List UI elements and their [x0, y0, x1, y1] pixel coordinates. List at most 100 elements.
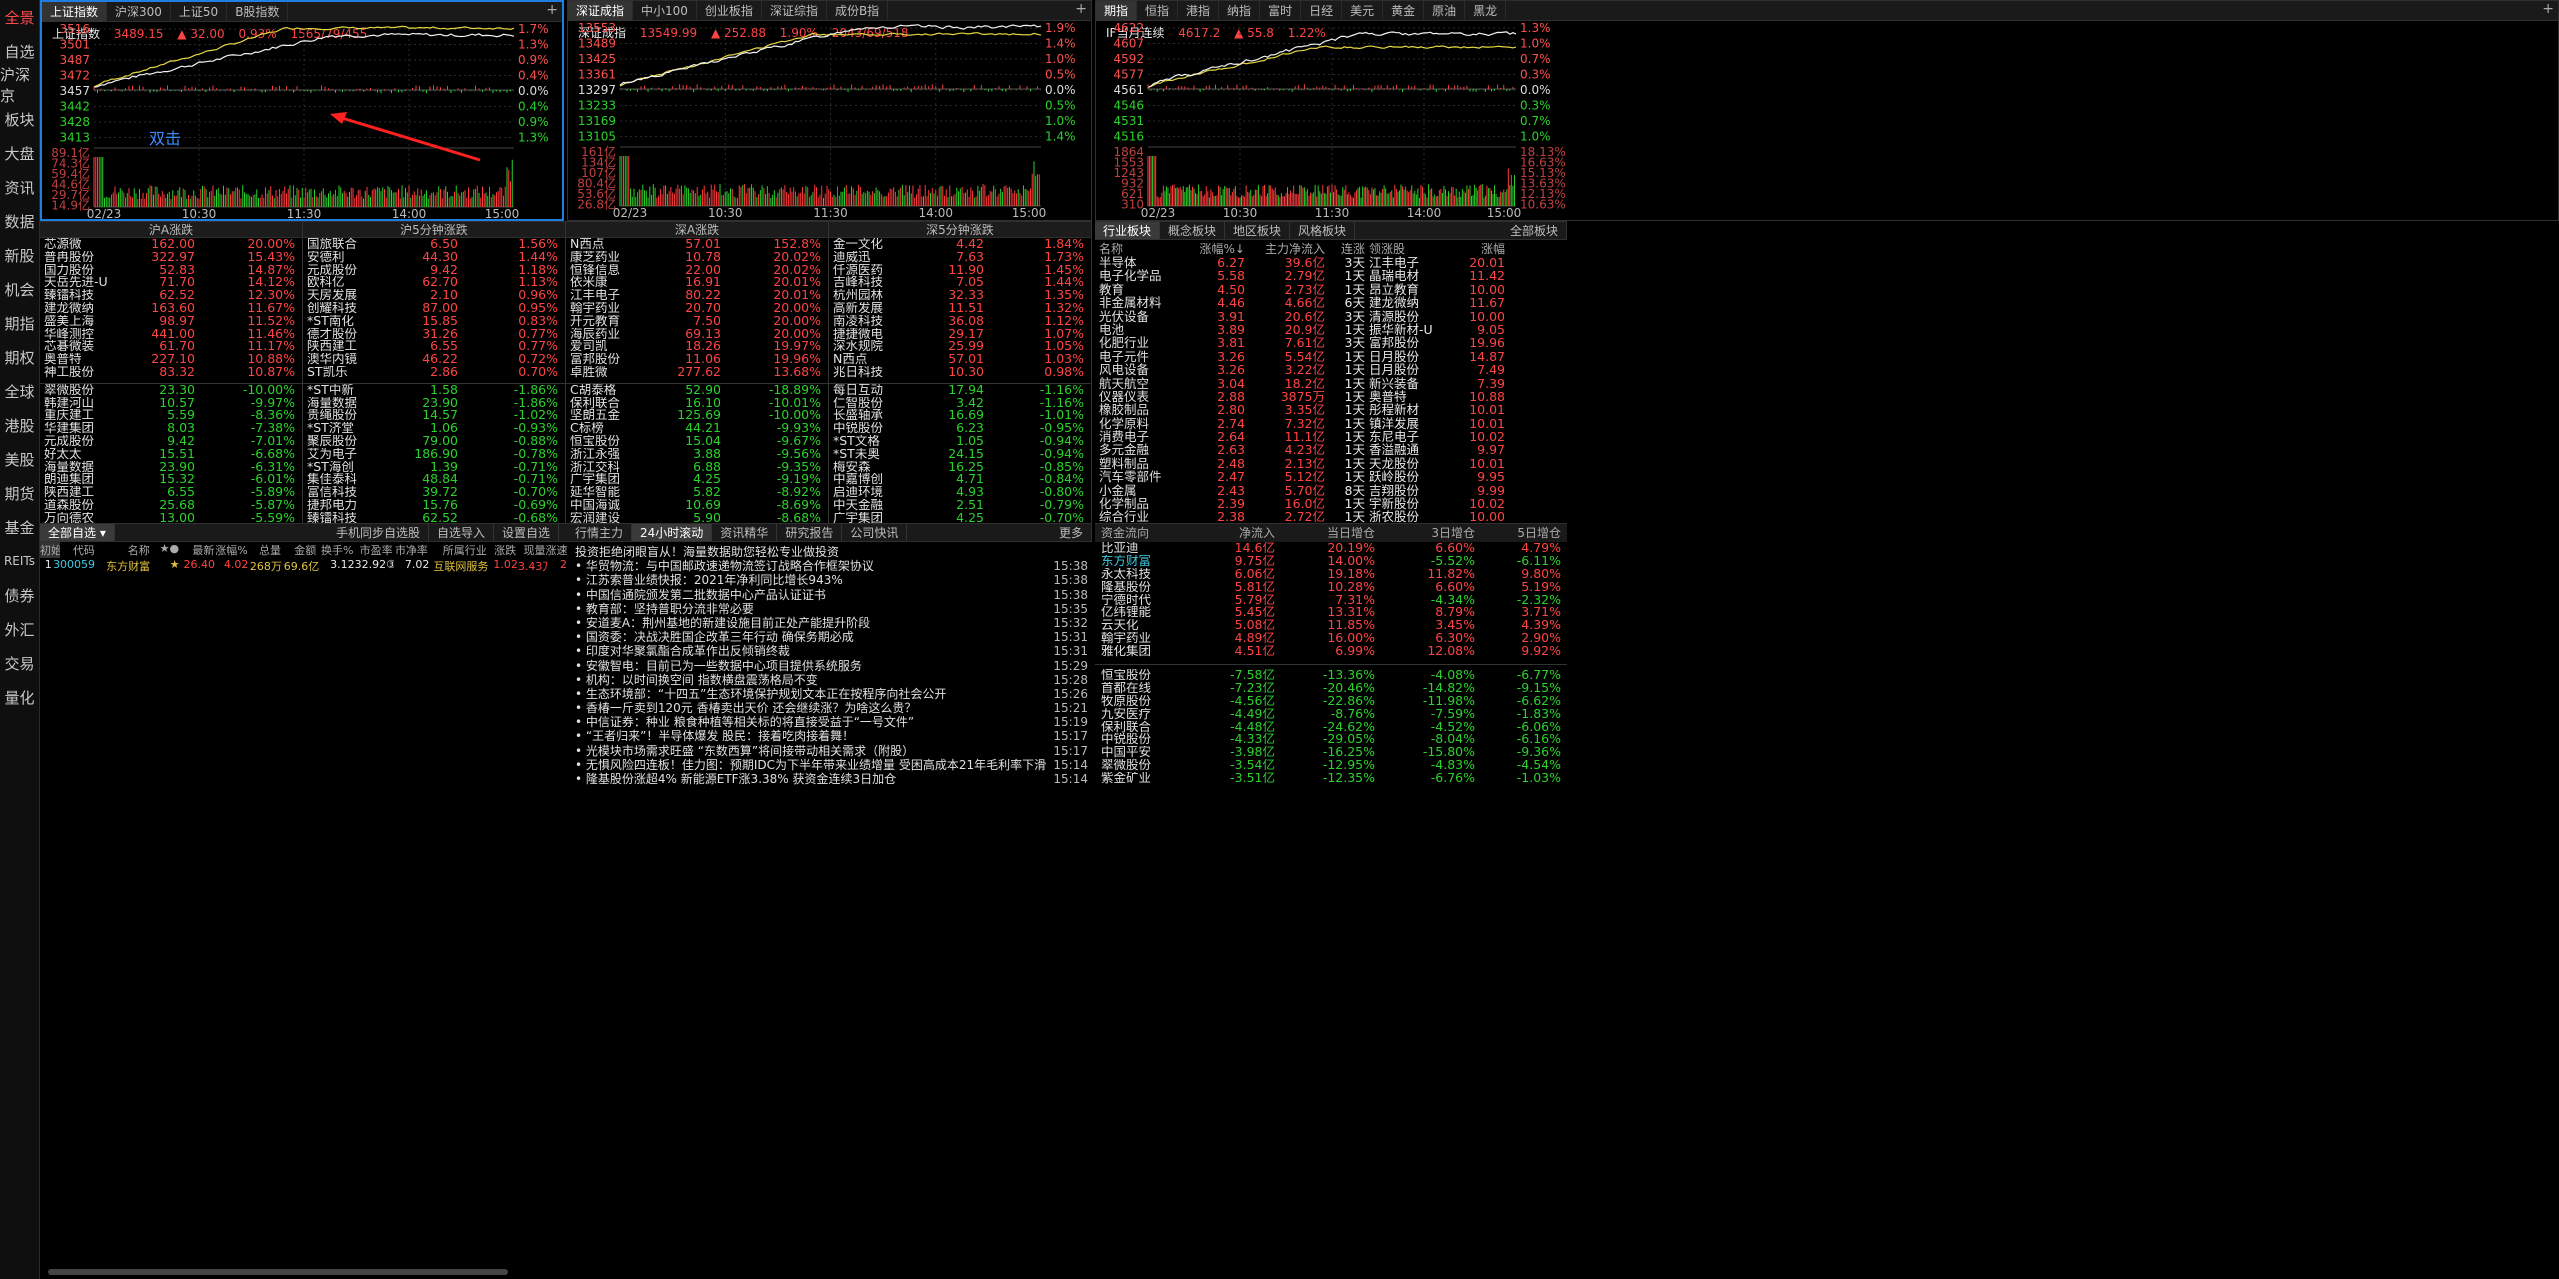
ranking-row[interactable]: 爱司凯 18.26 19.97% [566, 340, 828, 353]
watchlist-scrollbar[interactable] [48, 1269, 508, 1275]
ranking-row[interactable]: 中天金融 2.51 -0.79% [829, 499, 1091, 512]
ranking-row[interactable]: 捷邦电力 15.76 -0.69% [303, 499, 565, 512]
industry-row[interactable]: 教育 4.50 2.73亿 1天 昂立教育 10.00 [1095, 283, 1567, 296]
intraday-chart-sh[interactable]: 3516 35013487 34723457 34423428 3413 1.7% 1.3%… [42, 2, 564, 221]
all-boards-link[interactable]: 全部板块 [1502, 222, 1567, 239]
ranking-row[interactable]: 高新发展 11.51 1.32% [829, 302, 1091, 315]
ranking-row[interactable]: 韩建河山 10.57 -9.97% [40, 397, 302, 410]
ranking-row[interactable]: 富信科技 39.72 -0.70% [303, 486, 565, 499]
news-more-link[interactable]: 更多 [1051, 524, 1092, 541]
industry-row[interactable]: 风电设备 3.26 3.22亿 1天 日月股份 7.49 [1095, 363, 1567, 376]
ranking-row[interactable]: 朗迪集团 15.32 -6.01% [40, 473, 302, 486]
intraday-chart-sz[interactable]: 13553 1348913425 1336113297 1323313169 13105… [568, 1, 1092, 221]
ranking-row[interactable]: 梅安森 16.25 -0.85% [829, 461, 1091, 474]
news-item[interactable]: • 教育部：坚持普职分流非常必要 15:35 [567, 602, 1092, 616]
ranking-row[interactable]: 元成股份 9.42 -7.01% [40, 435, 302, 448]
ranking-row[interactable]: 坚朗五金 125.69 -10.00% [566, 409, 828, 422]
industry-row[interactable]: 电池 3.89 20.9亿 1天 振华新材-U 9.05 [1095, 323, 1567, 336]
industry-row[interactable]: 消费电子 2.64 11.1亿 1天 东尼电子 10.02 [1095, 430, 1567, 443]
ranking-row[interactable]: 澳华内镜 46.22 0.72% [303, 353, 565, 366]
ranking-row[interactable]: 康芝药业 10.78 20.02% [566, 251, 828, 264]
ranking-row[interactable]: *ST中新 1.58 -1.86% [303, 384, 565, 397]
news-tab[interactable]: 行情主力 [567, 524, 633, 541]
industry-row[interactable]: 化学制品 2.39 16.0亿 1天 宇新股份 10.02 [1095, 497, 1567, 510]
chart-panel-futures[interactable]: 期指 恒指 港指 纳指 富时 日经 美元 黄金 原油 黑龙 + IF当月连续 4617.2 ▲ 5… [1095, 0, 2559, 221]
news-item[interactable]: • 华贸物流：与中国邮政速递物流签订战略合作框架协议 15:38 [567, 559, 1092, 573]
ranking-row[interactable]: 道森股份 25.68 -5.87% [40, 499, 302, 512]
news-tab[interactable]: 资讯精华 [712, 524, 778, 541]
ranking-row[interactable]: 华峰测控 441.00 11.46% [40, 328, 302, 341]
industry-row[interactable]: 航天航空 3.04 18.2亿 1天 新兴装备 7.39 [1095, 377, 1567, 390]
sidebar-item[interactable]: 美股 [0, 442, 39, 476]
news-item[interactable]: • 江苏索普业绩快报：2021年净利同比增长943% 15:38 [567, 573, 1092, 587]
industry-row[interactable]: 非金属材料 4.46 4.66亿 6天 建龙微纳 11.67 [1095, 296, 1567, 309]
industry-tab[interactable]: 概念板块 [1160, 222, 1226, 239]
ranking-row[interactable]: 海量数据 23.90 -1.86% [303, 397, 565, 410]
news-item[interactable]: • 香椿一斤卖到120元 香椿卖出天价 还会继续涨？为啥这么贵？ 15:21 [567, 701, 1092, 715]
sidebar-item[interactable]: 港股 [0, 408, 39, 442]
sidebar-item[interactable]: 基金 [0, 510, 39, 544]
sidebar-item[interactable]: 交易 [0, 646, 39, 680]
ranking-row[interactable]: 江丰电子 80.22 20.01% [566, 289, 828, 302]
news-item[interactable]: • 隆基股份涨超4% 新能源ETF涨3.38% 获资金连续3日加仓 15:14 [567, 772, 1092, 786]
ranking-row[interactable]: 欧科亿 62.70 1.13% [303, 276, 565, 289]
ranking-row[interactable]: 中嘉博创 4.71 -0.84% [829, 473, 1091, 486]
industry-row[interactable]: 半导体 6.27 39.6亿 3天 江丰电子 20.01 [1095, 256, 1567, 269]
sidebar-item[interactable]: 债券 [0, 578, 39, 612]
ranking-row[interactable]: 迪威迅 7.63 1.73% [829, 251, 1091, 264]
ranking-row[interactable]: 翠微股份 23.30 -10.00% [40, 384, 302, 397]
news-tab[interactable]: 公司快讯 [842, 524, 908, 541]
ranking-row[interactable]: 延华智能 5.82 -8.92% [566, 486, 828, 499]
ranking-row[interactable]: *ST未奥 24.15 -0.94% [829, 448, 1091, 461]
news-item[interactable]: • 安徽智电：目前已为一些数据中心项目提供系统服务 15:29 [567, 659, 1092, 673]
ranking-row[interactable]: 贵绳股份 14.57 -1.02% [303, 409, 565, 422]
industry-row[interactable]: 化肥行业 3.81 7.61亿 3天 富邦股份 19.96 [1095, 336, 1567, 349]
ranking-row[interactable]: 南凌科技 36.08 1.12% [829, 315, 1091, 328]
ranking-row[interactable]: 保利联合 16.10 -10.01% [566, 397, 828, 410]
news-item[interactable]: • 无惧风险四连板！佳力图：预期IDC为下半年带来业绩增量 受困高成本21年毛利… [567, 758, 1092, 772]
news-tab[interactable]: 研究报告 [777, 524, 843, 541]
industry-row[interactable]: 汽车零部件 2.47 5.12亿 1天 跃岭股份 9.95 [1095, 470, 1567, 483]
intraday-chart-if[interactable]: 4622 46074592 45774561 45464531 4516 1.3% 1.0%… [1096, 1, 1568, 221]
ranking-row[interactable]: 天岳先进-U 71.70 14.12% [40, 276, 302, 289]
industry-row[interactable]: 橡胶制品 2.80 3.35亿 1天 彤程新材 10.01 [1095, 403, 1567, 416]
ranking-row[interactable]: 海量数据 23.90 -6.31% [40, 461, 302, 474]
ranking-row[interactable]: 长盛轴承 16.69 -1.01% [829, 409, 1091, 422]
fund-row[interactable]: 隆基股份 5.81亿 10.28% 6.60% 5.19% [1095, 581, 1567, 594]
ranking-row[interactable]: 重庆建工 5.59 -8.36% [40, 409, 302, 422]
industry-row[interactable]: 塑料制品 2.48 2.13亿 1天 天龙股份 10.01 [1095, 457, 1567, 470]
sidebar-item[interactable]: REITs [0, 544, 39, 578]
fund-row[interactable]: 亿纬锂能 5.45亿 13.31% 8.79% 3.71% [1095, 606, 1567, 619]
news-item[interactable]: • 安道麦A：荆州基地的新建设施目前正处产能提升阶段 15:32 [567, 616, 1092, 630]
sidebar-item[interactable]: 机会 [0, 272, 39, 306]
ranking-row[interactable]: 盛美上海 98.97 11.52% [40, 315, 302, 328]
fund-row[interactable]: 宁德时代 5.79亿 7.31% -4.34% -2.32% [1095, 594, 1567, 607]
ranking-row[interactable]: 中国海诚 10.69 -8.69% [566, 499, 828, 512]
news-item[interactable]: • 光模块市场需求旺盛 “东数西算”将间接带动相关需求（附股） 15:17 [567, 744, 1092, 758]
sort-tab[interactable]: 初始 [40, 542, 60, 558]
news-item[interactable]: • 机构：以时间换空间 指数横盘震荡格局不变 15:28 [567, 673, 1092, 687]
ranking-row[interactable]: 仟源医药 11.90 1.45% [829, 264, 1091, 277]
ranking-row[interactable]: 捷捷微电 29.17 1.07% [829, 328, 1091, 341]
ranking-row[interactable]: 启迪环境 4.93 -0.80% [829, 486, 1091, 499]
sidebar-item[interactable]: 期指 [0, 306, 39, 340]
ranking-row[interactable]: 兆日科技 10.30 0.98% [829, 366, 1091, 379]
industry-row[interactable]: 电子元件 3.26 5.54亿 1天 日月股份 14.87 [1095, 350, 1567, 363]
ranking-row[interactable]: 陕西建工 6.55 -5.89% [40, 486, 302, 499]
ranking-row[interactable]: 开元教育 7.50 20.00% [566, 315, 828, 328]
industry-row[interactable]: 小金属 2.43 5.70亿 8天 吉翔股份 9.99 [1095, 484, 1567, 497]
ranking-row[interactable]: 杭州园林 32.33 1.35% [829, 289, 1091, 302]
ranking-row[interactable]: 臻镭科技 62.52 12.30% [40, 289, 302, 302]
ranking-row[interactable]: 海辰药业 69.13 20.00% [566, 328, 828, 341]
news-item[interactable]: 投资拒绝闭眼盲从！海量数据助您轻松专业做投资 [567, 545, 1092, 559]
sidebar-item[interactable]: 资讯 [0, 170, 39, 204]
ranking-row[interactable]: 芯碁微装 61.70 11.17% [40, 340, 302, 353]
ranking-row[interactable]: 浙江交科 6.88 -9.35% [566, 461, 828, 474]
chart-panel-shanghai[interactable]: 上证指数 沪深300 上证50 B股指数 + 上证指数 3489.15 ▲ 32.00… [40, 0, 564, 221]
industry-tab[interactable]: 风格板块 [1290, 222, 1356, 239]
ranking-row[interactable]: ST凯乐 2.86 0.70% [303, 366, 565, 379]
sidebar-item[interactable]: 沪深京 [0, 66, 39, 105]
fund-row[interactable]: 紫金矿业 -3.51亿 -12.35% -6.76% -1.03% [1095, 772, 1567, 785]
industry-row[interactable]: 综合行业 2.38 2.72亿 1天 浙农股份 10.00 [1095, 510, 1567, 523]
ranking-row[interactable]: 创耀科技 87.00 0.95% [303, 302, 565, 315]
